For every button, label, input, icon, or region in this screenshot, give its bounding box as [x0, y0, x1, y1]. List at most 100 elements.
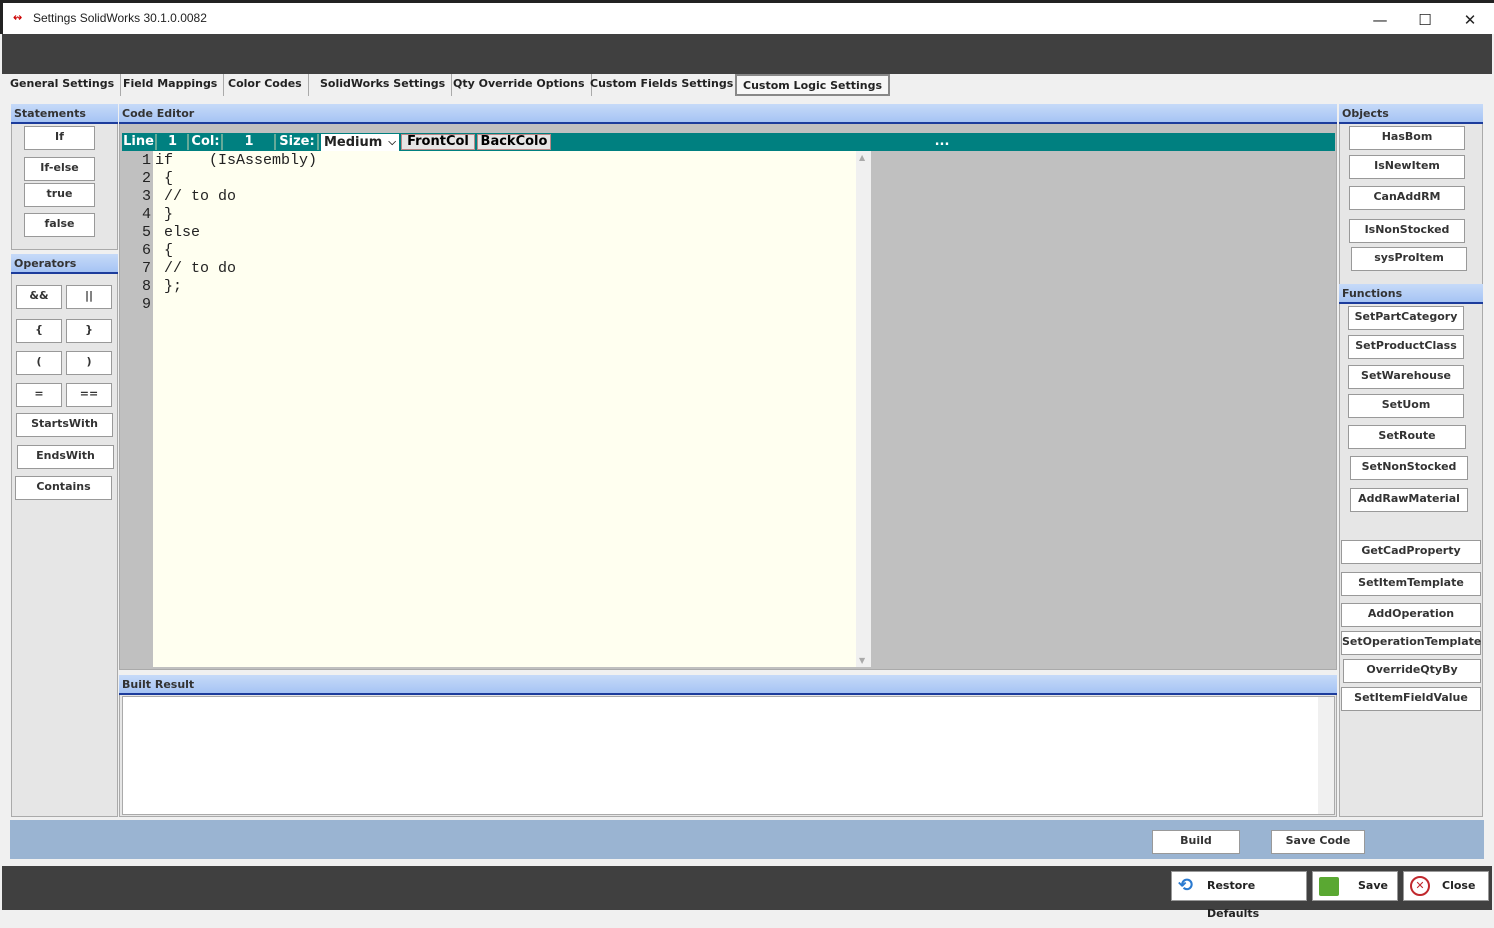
restore-defaults-label: Restore Defaults	[1207, 879, 1260, 920]
line-number: 6	[141, 242, 151, 259]
true-button[interactable]: true	[24, 183, 95, 207]
save-disk-icon	[1319, 877, 1339, 896]
save-label: Save	[1358, 879, 1388, 892]
function-setitemfieldvalue-button[interactable]: SetItemFieldValue	[1341, 687, 1481, 711]
col-label: Col:	[190, 134, 223, 150]
if-button[interactable]: If	[24, 126, 95, 150]
function-setoperationtemplate-button[interactable]: SetOperationTemplate	[1341, 631, 1481, 655]
tab-custom-fields-settings[interactable]: Custom Fields Settings	[584, 74, 741, 96]
function-setroute-button[interactable]: SetRoute	[1348, 425, 1466, 449]
maximize-button[interactable]: ☐	[1402, 7, 1448, 33]
startswith-button[interactable]: StartsWith	[16, 413, 113, 437]
function-setuom-button[interactable]: SetUom	[1348, 394, 1464, 418]
code-line: if (IsAssembly)	[155, 152, 318, 169]
object-sysproitem-button[interactable]: sysProItem	[1351, 247, 1467, 271]
close-window-button[interactable]: ✕	[1447, 7, 1493, 33]
code-line: }	[155, 206, 174, 223]
contains-button[interactable]: Contains	[15, 476, 112, 500]
function-overrideqtyby-button[interactable]: OverrideQtyBy	[1343, 659, 1481, 683]
size-label: Size:	[277, 134, 319, 150]
object-canaddrm-button[interactable]: CanAddRM	[1349, 186, 1465, 210]
and-operator-button[interactable]: &&	[16, 285, 62, 309]
open-brace-button[interactable]: {	[16, 319, 62, 343]
save-code-button[interactable]: Save Code	[1271, 830, 1365, 854]
line-number: 3	[141, 188, 151, 205]
line-value: 1	[158, 134, 189, 150]
line-number: 8	[141, 278, 151, 295]
function-setitemtemplate-button[interactable]: SetItemTemplate	[1341, 572, 1481, 596]
front-color-button[interactable]: FrontCol	[401, 134, 475, 150]
line-number: 9	[141, 296, 151, 313]
function-addrawmaterial-button[interactable]: AddRawMaterial	[1350, 488, 1468, 512]
function-setproductclass-button[interactable]: SetProductClass	[1348, 335, 1464, 359]
function-addoperation-button[interactable]: AddOperation	[1341, 603, 1481, 627]
close-label: Close	[1442, 879, 1476, 892]
editor-toolbar: Line 1 Col: 1 Size: Medium ⌵ FrontCol Bac…	[122, 133, 1335, 151]
line-number: 7	[141, 260, 151, 277]
col-value: 1	[224, 134, 276, 150]
objects-header: Objects	[1339, 104, 1483, 124]
restore-defaults-button[interactable]: ⟲ Restore Defaults	[1171, 871, 1307, 920]
built-result-header: Built Result	[119, 675, 1337, 695]
tab-bar: General Settings Field Mappings Color Co…	[2, 74, 1492, 98]
object-isnonstocked-button[interactable]: IsNonStocked	[1349, 219, 1465, 243]
assign-button[interactable]: =	[16, 383, 62, 407]
tab-general-settings[interactable]: General Settings	[4, 74, 122, 96]
minimize-button[interactable]: —	[1357, 7, 1403, 33]
function-setpartcategory-button[interactable]: SetPartCategory	[1348, 306, 1464, 330]
line-number: 4	[141, 206, 151, 223]
close-circle-icon: ✕	[1410, 876, 1430, 896]
functions-header: Functions	[1339, 284, 1483, 304]
tab-color-codes[interactable]: Color Codes	[222, 74, 309, 96]
restore-icon: ⟲	[1178, 875, 1194, 896]
tab-custom-logic-settings[interactable]: Custom Logic Settings	[735, 74, 891, 96]
code-line: {	[155, 242, 174, 259]
window-title: Settings SolidWorks 30.1.0.0082	[33, 11, 207, 25]
save-button[interactable]: Save	[1312, 871, 1398, 901]
equals-button[interactable]: ==	[66, 383, 112, 407]
footer-bar: ⟲ Restore Defaults Save ✕ Close	[2, 866, 1492, 920]
endswith-button[interactable]: EndsWith	[17, 445, 114, 469]
line-number-gutter: 123456789	[122, 151, 153, 667]
build-bar	[10, 820, 1484, 859]
close-paren-button[interactable]: )	[66, 351, 112, 375]
line-number: 1	[141, 152, 151, 169]
function-setnonstocked-button[interactable]: SetNonStocked	[1350, 456, 1468, 480]
back-color-button[interactable]: BackColo	[477, 134, 551, 150]
app-logo-icon: ↭	[13, 11, 23, 24]
if-else-button[interactable]: If-else	[24, 157, 95, 181]
tab-qty-override-options[interactable]: Qty Override Options	[447, 74, 592, 96]
build-button[interactable]: Build	[1152, 830, 1240, 854]
code-scrollbar[interactable]: ▲ ▼	[856, 151, 871, 667]
open-paren-button[interactable]: (	[16, 351, 62, 375]
close-button[interactable]: ✕ Close	[1403, 871, 1489, 901]
object-hasbom-button[interactable]: HasBom	[1349, 126, 1465, 150]
built-result-output[interactable]	[122, 696, 1335, 815]
statements-header: Statements	[11, 104, 118, 124]
function-setwarehouse-button[interactable]: SetWarehouse	[1348, 365, 1464, 389]
false-button[interactable]: false	[24, 213, 95, 237]
built-result-scrollbar[interactable]	[1318, 697, 1334, 814]
line-label: Line	[122, 134, 157, 150]
code-editor-header: Code Editor	[119, 104, 1337, 124]
code-line: {	[155, 170, 174, 187]
or-operator-button[interactable]: ||	[66, 285, 112, 309]
function-getcadproperty-button[interactable]: GetCadProperty	[1341, 540, 1481, 564]
more-button[interactable]: ...	[902, 134, 982, 150]
code-line: else	[155, 224, 201, 241]
object-isnewitem-button[interactable]: IsNewItem	[1349, 155, 1465, 179]
tab-field-mappings[interactable]: Field Mappings	[117, 74, 225, 96]
size-select[interactable]: Medium ⌵	[321, 134, 399, 151]
code-line: // to do	[155, 188, 237, 205]
line-number: 5	[141, 224, 151, 241]
size-value: Medium	[324, 135, 383, 150]
close-brace-button[interactable]: }	[66, 319, 112, 343]
code-line: // to do	[155, 260, 237, 277]
tab-solidworks-settings[interactable]: SolidWorks Settings	[314, 74, 453, 96]
code-line: };	[155, 278, 183, 295]
line-number: 2	[141, 170, 151, 187]
code-input[interactable]: if (IsAssembly) { // to do } else { // t…	[153, 151, 856, 667]
header-band	[2, 34, 1492, 74]
title-bar: ↭ Settings SolidWorks 30.1.0.0082 — ☐ ✕	[0, 0, 1494, 34]
chevron-down-icon: ⌵	[388, 137, 396, 148]
